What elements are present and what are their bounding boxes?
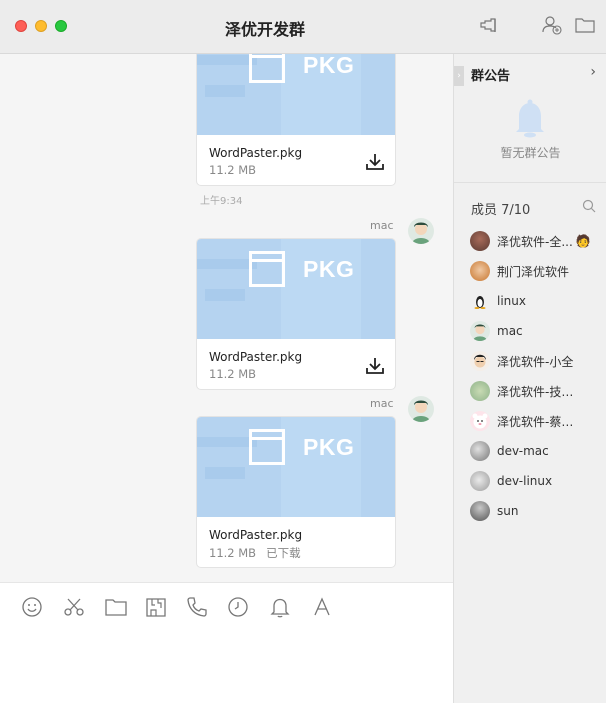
bell-icon[interactable] [268, 595, 292, 619]
member-item[interactable]: 泽优软件-全... 🧑 [470, 229, 604, 253]
members-title: 成员 7/10 [471, 203, 531, 218]
member-name: 泽优软件-小全 [497, 354, 574, 369]
avatar [470, 471, 490, 491]
user-avatar-image [408, 218, 434, 244]
avatar [470, 441, 490, 461]
member-name: linux [497, 294, 526, 308]
file-size: 11.2 MB [209, 367, 257, 381]
avatar[interactable] [408, 396, 434, 422]
file-type-label: PKG [303, 256, 355, 282]
avatar [470, 411, 490, 431]
avatar [470, 321, 490, 341]
package-icon [249, 251, 285, 287]
member-item[interactable]: 泽优软件-小全 [470, 349, 604, 373]
download-icon[interactable] [364, 151, 386, 173]
folder-icon[interactable] [104, 595, 128, 619]
member-name: dev-mac [497, 444, 549, 458]
collapse-sidebar-button[interactable]: › [454, 66, 464, 86]
search-icon[interactable] [582, 199, 596, 213]
phone-icon[interactable] [185, 595, 209, 619]
member-item[interactable]: dev-linux [470, 469, 604, 493]
files-button[interactable] [573, 13, 597, 37]
avatar[interactable] [408, 218, 434, 244]
member-item[interactable]: mac [470, 319, 604, 343]
sticker-icon[interactable] [144, 595, 168, 619]
screen-share-button[interactable] [477, 13, 501, 37]
download-status: 已下载 [266, 546, 301, 560]
composer-toolbar [0, 582, 453, 703]
sender-name: mac [370, 219, 394, 232]
chevron-right-icon[interactable]: › [590, 64, 596, 80]
member-name: 泽优软件-全... [497, 234, 573, 249]
admin-badge-icon: 🧑 [575, 234, 591, 248]
member-name: 荆门泽优软件 [497, 264, 570, 279]
member-item[interactable]: linux [470, 289, 604, 313]
linux-icon [470, 291, 490, 311]
avatar [470, 501, 490, 521]
file-message-card[interactable]: PKG WordPaster.pkg 11.2 MB [196, 54, 396, 186]
message-timestamp: 上午9:34 [200, 196, 243, 207]
member-item[interactable]: dev-mac [470, 439, 604, 463]
file-message-card[interactable]: PKG WordPaster.pkg 11.2 MB [196, 238, 396, 390]
member-item[interactable]: 泽优软件-蔡经理 [470, 409, 604, 433]
member-name: 泽优软件-蔡经理 [497, 414, 577, 429]
notice-empty-text: 暂无群公告 [500, 146, 561, 160]
screen-share-icon [480, 18, 496, 32]
download-icon[interactable] [364, 355, 386, 377]
file-type-label: PKG [303, 54, 355, 78]
file-size: 11.2 MB [209, 163, 257, 177]
window-title: 泽优开发群 [224, 20, 305, 39]
add-user-icon [542, 16, 562, 35]
avatar [470, 261, 490, 281]
chat-area[interactable]: PKG WordPaster.pkg 11.2 MB 上午9:34 mac PK… [0, 54, 453, 582]
file-thumbnail: PKG [197, 417, 395, 517]
sender-name: mac [370, 397, 394, 410]
file-message-card[interactable]: PKG WordPaster.pkg 11.2 MB 已下载 [196, 416, 396, 568]
file-size: 11.2 MB [209, 546, 257, 560]
file-type-label: PKG [303, 434, 355, 460]
font-icon[interactable] [310, 595, 334, 619]
file-thumbnail: PKG [197, 54, 395, 135]
add-member-button[interactable] [540, 13, 564, 37]
member-item[interactable]: sun [470, 499, 604, 523]
member-name: 泽优软件-技术... [497, 384, 577, 399]
divider [454, 182, 606, 183]
avatar [470, 231, 490, 251]
user-avatar-image [408, 396, 434, 422]
avatar [470, 351, 490, 371]
bell-icon [516, 99, 544, 138]
member-name: dev-linux [497, 474, 553, 488]
file-name: WordPaster.pkg [209, 350, 303, 364]
member-name: sun [497, 504, 519, 518]
package-icon [249, 54, 285, 83]
group-notice-title[interactable]: 群公告 [471, 65, 510, 84]
emoji-icon[interactable] [20, 595, 44, 619]
member-name: mac [497, 324, 523, 338]
file-thumbnail: PKG [197, 239, 395, 339]
file-name: WordPaster.pkg [209, 146, 303, 160]
folder-icon [575, 18, 595, 33]
file-name: WordPaster.pkg [209, 528, 303, 542]
member-item[interactable]: 荆门泽优软件 [470, 259, 604, 283]
member-item[interactable]: 泽优软件-技术... [470, 379, 604, 403]
package-icon [249, 429, 285, 465]
scissors-icon[interactable] [62, 595, 86, 619]
avatar [470, 381, 490, 401]
group-info-sidebar: › 群公告 › 暂无群公告 成员 7/10 泽优软件-全... 🧑 荆门泽优软件… [453, 54, 606, 703]
clock-icon[interactable] [226, 595, 250, 619]
title-bar: 泽优开发群 [0, 0, 606, 54]
